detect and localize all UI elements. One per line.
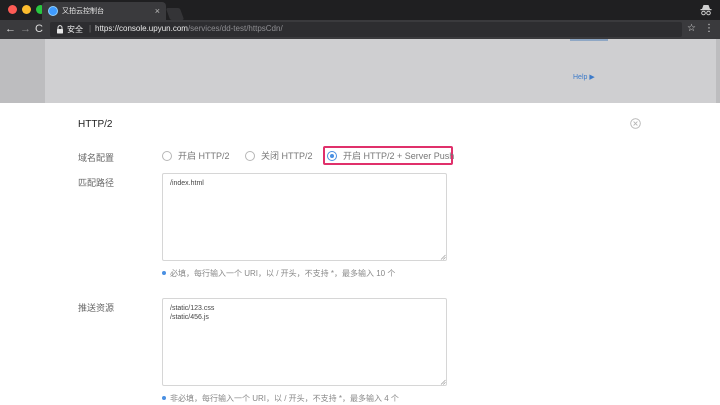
minimize-window-button[interactable] xyxy=(22,5,31,14)
push-resources-hint: 非必填，每行输入一个 URI，以 / 开头，不支持 *，最多输入 4 个 xyxy=(162,393,399,404)
forward-arrow-icon[interactable]: → xyxy=(20,22,31,36)
lock-icon xyxy=(57,25,63,34)
radio-label: 开启 HTTP/2 + Server Push xyxy=(343,151,455,161)
match-path-textarea[interactable]: /index.html xyxy=(162,173,447,261)
http2-modal: HTTP/2 域名配置 开启 HTTP/2 关闭 HTTP/2 开启 HTTP/… xyxy=(0,103,720,405)
radio-label: 关闭 HTTP/2 xyxy=(261,151,313,161)
background-tab-underline xyxy=(570,39,608,41)
address-bar[interactable]: 安全 | https://console.upyun.com/services/… xyxy=(50,22,682,37)
match-path-hint: 必填，每行输入一个 URI，以 / 开头，不支持 *，最多输入 10 个 xyxy=(162,268,395,279)
browser-tab[interactable]: 又拍云控制台 × xyxy=(42,2,166,20)
modal-title: HTTP/2 xyxy=(78,119,113,130)
radio-circle-icon[interactable] xyxy=(162,151,172,161)
match-path-hint-text: 必填，每行输入一个 URI，以 / 开头，不支持 *，最多输入 10 个 xyxy=(170,269,396,278)
radio-circle-icon[interactable] xyxy=(245,151,255,161)
new-tab-button[interactable] xyxy=(165,8,185,20)
match-path-label: 匹配路径 xyxy=(78,178,115,188)
domain-config-label: 域名配置 xyxy=(78,153,115,163)
radio-label: 开启 HTTP/2 xyxy=(178,151,230,161)
back-arrow-icon[interactable]: ← xyxy=(5,22,16,36)
browser-titlebar: 又拍云控制台 × xyxy=(0,0,720,20)
close-window-button[interactable] xyxy=(8,5,17,14)
background-panel xyxy=(45,39,716,105)
url-path: /services/dd-test/httpsCdn/ xyxy=(187,24,283,33)
push-resources-label: 推送资源 xyxy=(78,303,115,313)
bookmark-star-icon[interactable]: ☆ xyxy=(687,22,696,36)
upyun-favicon-icon xyxy=(48,6,58,16)
close-circle-icon[interactable] xyxy=(630,118,641,129)
browser-menu-icon[interactable]: ⋮ xyxy=(704,22,714,36)
browser-toolbar: ← → C 安全 | https://console.upyun.com/ser… xyxy=(0,20,720,39)
url-text: https://console.upyun.com/services/dd-te… xyxy=(95,24,283,33)
url-host: https://console.upyun.com xyxy=(95,24,188,33)
radio-enable-http2-server-push[interactable]: 开启 HTTP/2 + Server Push xyxy=(327,150,455,164)
secure-label: 安全 xyxy=(67,25,83,34)
info-dot-icon xyxy=(162,271,166,275)
push-resources-textarea[interactable]: /static/123.css /static/456.js xyxy=(162,298,447,386)
reload-icon[interactable]: C xyxy=(35,22,43,36)
radio-checked-icon[interactable] xyxy=(327,151,337,161)
tab-title: 又拍云控制台 xyxy=(62,8,104,15)
radio-disable-http2[interactable]: 关闭 HTTP/2 xyxy=(245,150,323,164)
push-resources-hint-text: 非必填，每行输入一个 URI，以 / 开头，不支持 *，最多输入 4 个 xyxy=(170,394,399,403)
tab-close-icon[interactable]: × xyxy=(155,5,160,17)
resize-grip-icon[interactable] xyxy=(440,379,446,385)
incognito-icon xyxy=(700,5,712,16)
url-separator: | xyxy=(89,24,92,33)
resize-grip-icon[interactable] xyxy=(440,254,446,260)
help-link[interactable]: Help ▶ xyxy=(573,73,595,81)
radio-enable-http2[interactable]: 开启 HTTP/2 xyxy=(162,150,242,164)
info-dot-icon xyxy=(162,396,166,400)
